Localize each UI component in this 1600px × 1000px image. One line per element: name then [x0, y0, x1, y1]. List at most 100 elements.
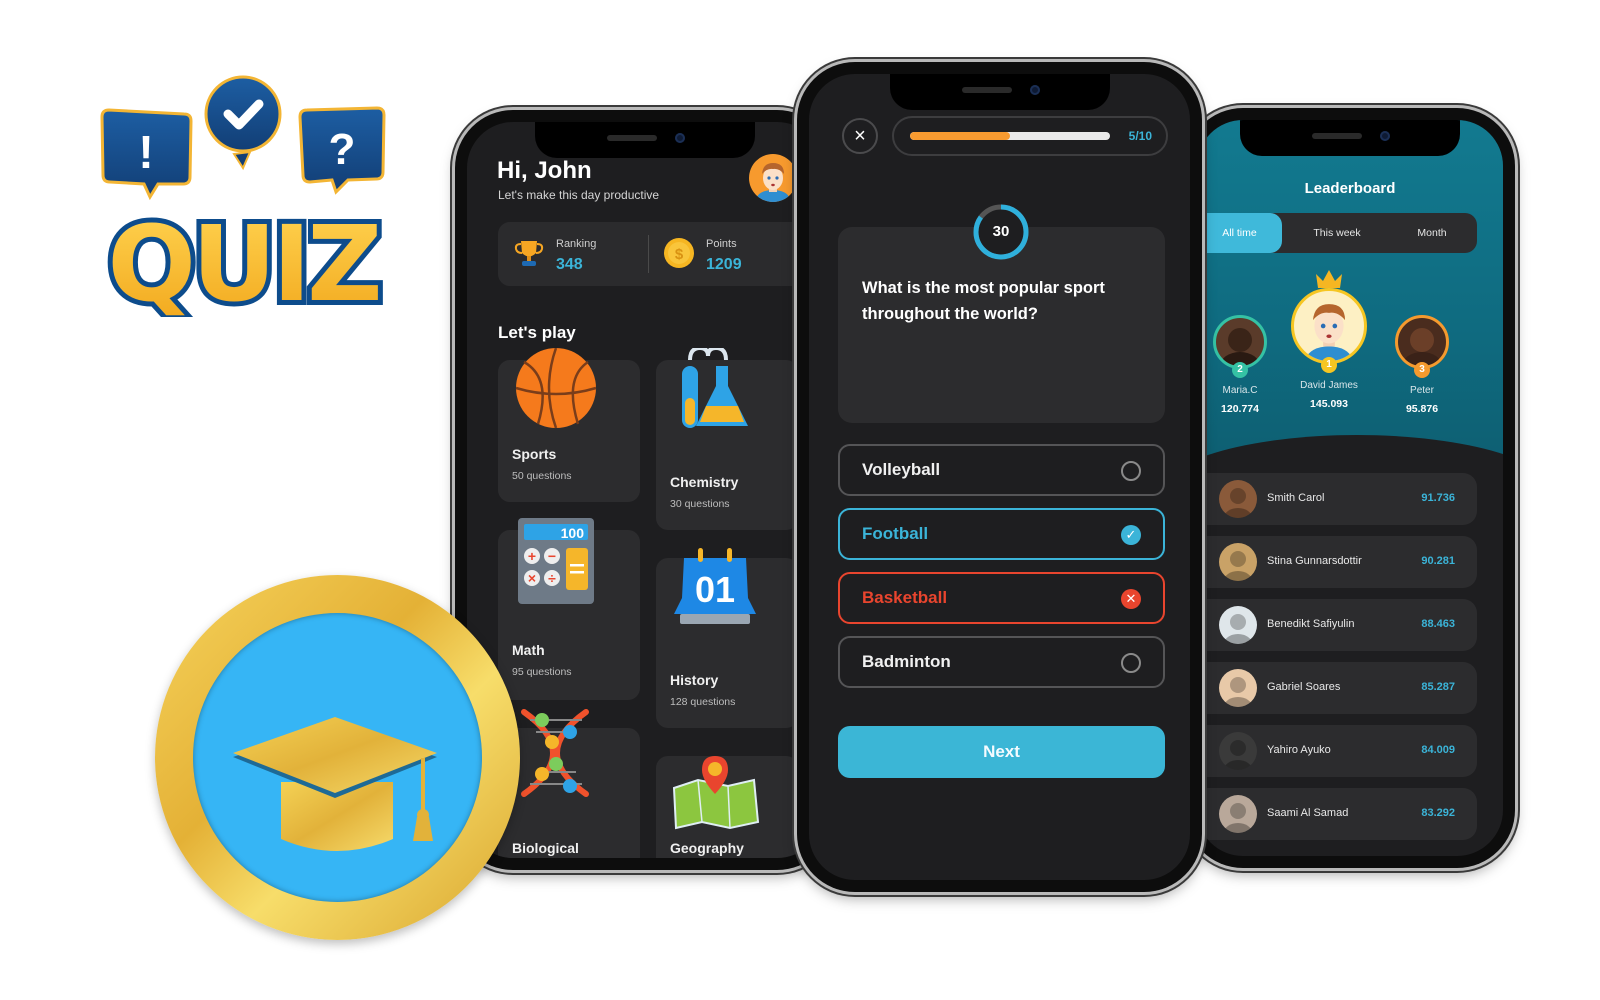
avatar	[1219, 795, 1257, 833]
avatar	[1219, 480, 1257, 518]
player-name: Benedikt Safiyulin	[1267, 618, 1355, 630]
category-count: 50 questions	[512, 470, 572, 482]
tab-all-time[interactable]: All time	[1197, 213, 1282, 253]
coin-icon: $	[664, 238, 694, 268]
svg-text:$: $	[675, 246, 684, 263]
player-score: 83.292	[1421, 807, 1455, 819]
leaderboard-row[interactable]: 9Saami Al Samad83.292	[1197, 788, 1477, 840]
player-name: Gabriel Soares	[1267, 681, 1341, 693]
leaderboard-title: Leaderboard	[1304, 180, 1396, 197]
svg-text:!: !	[138, 126, 153, 178]
flask-icon	[682, 348, 748, 428]
svg-text:?: ?	[329, 125, 356, 174]
quiz-progress: 5/10	[892, 116, 1168, 156]
ranking-value: 348	[556, 256, 583, 273]
category-card-history[interactable]: 01 History 128 questions	[656, 548, 798, 728]
ranking-label: Ranking	[556, 238, 597, 250]
player-name: Stina Gunnarsdottir	[1267, 555, 1362, 567]
option-label: Badminton	[862, 652, 951, 671]
stats-card: Ranking 348 $ Points 1209	[498, 222, 823, 286]
ranking-stat: Ranking 348	[498, 222, 648, 286]
category-card-math[interactable]: 100 + − × ÷ Math 95 questions	[498, 518, 640, 700]
graduation-cap-icon	[233, 717, 437, 851]
avatar	[1219, 732, 1257, 770]
greeting-subtitle: Let's make this day productive	[498, 188, 660, 202]
points-value: 1209	[706, 256, 742, 273]
radio-empty-icon	[1121, 461, 1141, 481]
player-score: 85.287	[1421, 681, 1455, 693]
answer-option-badminton[interactable]: Badminton	[838, 636, 1165, 688]
boy-avatar-icon	[757, 163, 789, 202]
crown-icon	[1316, 270, 1342, 288]
tab-this-week[interactable]: This week	[1292, 213, 1382, 253]
progress-text: 5/10	[1128, 129, 1152, 143]
next-button[interactable]: Next	[838, 726, 1165, 778]
quiz-logo-text: QUIZ	[108, 203, 379, 317]
leaderboard-row[interactable]: 4Smith Carol91.736	[1197, 473, 1477, 525]
map-icon	[672, 756, 760, 830]
graduation-medal	[155, 575, 520, 940]
leaderboard-row[interactable]: 7Gabriel Soares85.287	[1197, 662, 1477, 714]
category-name: History	[670, 672, 719, 688]
avatar	[1395, 315, 1449, 369]
check-bubble-icon	[204, 75, 282, 171]
category-card-chemistry[interactable]: Chemistry 30 questions	[656, 348, 798, 530]
category-name: Chemistry	[670, 474, 739, 490]
svg-text:÷: ÷	[548, 570, 556, 586]
greeting-title: Hi, John	[497, 157, 592, 184]
avatar	[1219, 543, 1257, 581]
svg-text:01: 01	[695, 569, 735, 610]
answer-option-football[interactable]: Football ✓	[838, 508, 1165, 560]
avatar	[1291, 288, 1367, 364]
close-button[interactable]: ×	[842, 118, 878, 154]
category-count: 30 questions	[670, 498, 730, 510]
player-score: 88.463	[1421, 618, 1455, 630]
leaderboard-row[interactable]: 5Stina Gunnarsdottir90.281	[1197, 536, 1477, 588]
rank-badge: 3	[1414, 362, 1430, 378]
category-count: 128 questions	[670, 696, 736, 708]
category-name: Math	[512, 642, 545, 658]
quiz-logo: ! ? QUIZ	[78, 72, 408, 330]
player-score: 95.876	[1405, 403, 1439, 415]
svg-text:100: 100	[561, 525, 585, 541]
option-label: Volleyball	[862, 460, 941, 479]
player-name: Yahiro Ayuko	[1267, 744, 1331, 756]
player-score: 84.009	[1421, 744, 1455, 756]
points-label: Points	[706, 238, 737, 250]
dna-icon	[521, 709, 589, 797]
phone-leaderboard-screen: Leaderboard All time This week Month 2 M…	[1185, 108, 1515, 868]
category-card-geography[interactable]: Geography	[656, 756, 798, 858]
tab-month[interactable]: Month	[1387, 213, 1477, 253]
player-name: Maria.C	[1222, 385, 1258, 396]
podium-third[interactable]: 3 Peter 95.876	[1387, 315, 1457, 425]
player-score: 90.281	[1421, 555, 1455, 567]
player-name: David James	[1300, 380, 1358, 391]
answer-option-basketball[interactable]: Basketball ✕	[838, 572, 1165, 624]
countdown-timer: 30	[971, 202, 1031, 262]
player-name: Peter	[1410, 385, 1434, 396]
check-circle-icon: ✓	[1121, 525, 1141, 545]
progress-fill	[910, 132, 1010, 140]
x-circle-icon: ✕	[1121, 589, 1141, 609]
phone-quiz-screen: × 5/10 What is the most popular sport th…	[797, 62, 1202, 892]
svg-text:−: −	[548, 548, 556, 564]
player-score: 145.093	[1310, 398, 1348, 410]
category-card-sports[interactable]: Sports 50 questions	[498, 348, 640, 502]
leaderboard-row[interactable]: 8Yahiro Ayuko84.009	[1197, 725, 1477, 777]
rank-badge: 2	[1232, 362, 1248, 378]
answer-option-volleyball[interactable]: Volleyball	[838, 444, 1165, 496]
podium-first[interactable]: 1 David James 145.093	[1285, 268, 1373, 410]
section-title: Let's play	[498, 323, 576, 342]
user-avatar[interactable]	[749, 154, 797, 202]
radio-empty-icon	[1121, 653, 1141, 673]
category-name: Geography	[670, 840, 744, 856]
svg-text:+: +	[528, 548, 536, 564]
podium-second[interactable]: 2 Maria.C 120.774	[1205, 315, 1275, 425]
leaderboard-tabs: All time This week Month	[1197, 213, 1477, 253]
leaderboard-row[interactable]: 6Benedikt Safiyulin88.463	[1197, 599, 1477, 651]
avatar	[1219, 606, 1257, 644]
calculator-icon: 100 + − × ÷	[518, 518, 594, 604]
player-score: 120.774	[1221, 403, 1259, 415]
exclamation-bubble-icon: !	[100, 108, 193, 201]
avatar	[1219, 669, 1257, 707]
